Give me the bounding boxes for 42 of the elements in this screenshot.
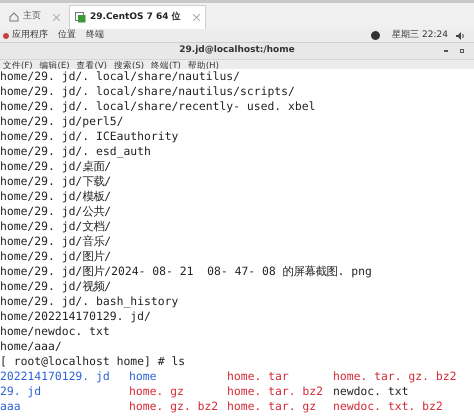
terminal-line: home/29. jd/. esd_auth (0, 144, 152, 159)
terminal-line: home/29. jd/模板/ (0, 189, 112, 204)
terminal-line: home/29. jd/桌面/ (0, 159, 112, 174)
file-name: home. gz (129, 384, 185, 399)
file-name: home. tar. bz2 (227, 384, 324, 399)
terminal-line: home/29. jd/图片/2024- 08- 21 08- 47- 08 的屏幕截图. png (0, 264, 373, 279)
volume-icon[interactable] (456, 32, 465, 40)
tab[interactable]: 主页 (4, 5, 65, 29)
terminal-line: home/29. jd/. bash_history (0, 294, 180, 309)
file-name: home. tar (227, 369, 290, 384)
window-title: 29.jd@localhost:/home (179, 44, 295, 58)
file-name: home (129, 369, 158, 384)
file-name: newdoc. txt (333, 384, 410, 399)
home-icon (9, 12, 19, 22)
file-name: newdoc. txt. bz2 (333, 399, 444, 414)
maximize-button[interactable] (460, 49, 464, 53)
terminal-line: home/29. jd/perl5/ (0, 114, 124, 129)
terminal-line: home/202214170129. jd/ (0, 309, 152, 324)
terminal-line: [ root@localhost home] # ls (0, 354, 186, 369)
tab[interactable]: 29.CentOS 7 64 位 (69, 5, 206, 29)
virtual-machine-icon (75, 12, 86, 23)
terminal-line: home/29. jd/. ICEauthority (0, 129, 180, 144)
terminal-line: home/newdoc. txt (0, 324, 111, 339)
terminal-line: home/29. jd/. local/share/nautilus/scripts/ (0, 84, 296, 99)
file-name: 202214170129. jd (0, 369, 111, 384)
terminal-line: home/29. jd/音乐/ (0, 234, 112, 249)
file-name: home. gz. bz2 (129, 399, 220, 414)
terminal-line: home/29. jd/下载/ (0, 174, 112, 189)
terminal-line: home/aaa/ (0, 339, 63, 354)
terminal-line: home/29. jd/公共/ (0, 204, 112, 219)
terminal-line: home/29. jd/图片/ (0, 249, 112, 264)
clock[interactable]: 星期三 22:24 (392, 28, 448, 42)
terminal-line: home/29. jd/视频/ (0, 279, 112, 294)
top-menu-item[interactable]: 位置 (58, 28, 76, 42)
top-menu-item[interactable]: 应用程序 (12, 28, 48, 42)
file-name: 29. jd (0, 384, 42, 399)
file-name: aaa (0, 399, 22, 414)
top-menu-item[interactable]: 终端 (86, 28, 104, 42)
terminal-line: home/29. jd/. local/share/recently- used. xbel (0, 99, 316, 114)
file-name: home. tar. gz (227, 399, 318, 414)
file-name: home. tar. gz. bz2 (333, 369, 458, 384)
terminal-line: home/29. jd/文档/ (0, 219, 112, 234)
